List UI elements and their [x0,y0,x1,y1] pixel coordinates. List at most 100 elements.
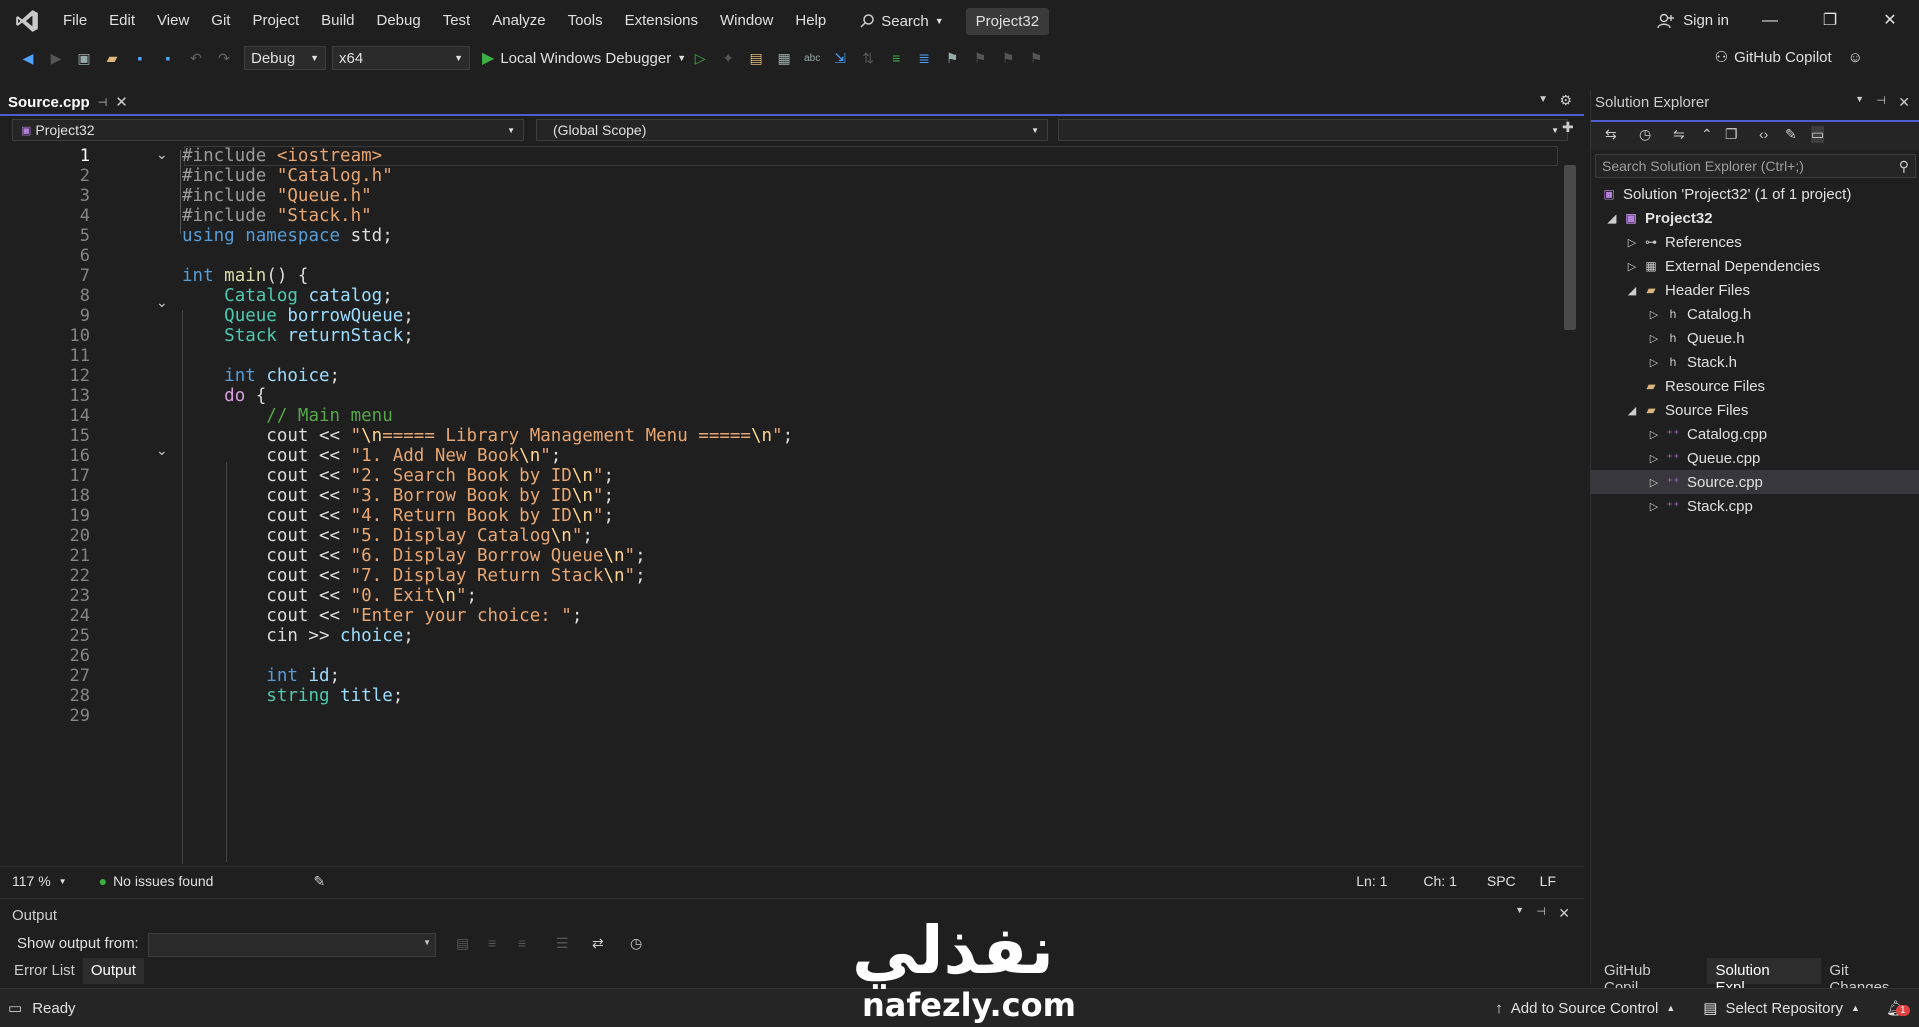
collapsed-arrow-icon[interactable]: ▷ [1647,476,1661,489]
close-icon[interactable]: ✕ [1558,905,1570,922]
collapse-all-icon[interactable]: ⌃ [1701,126,1713,143]
menu-project[interactable]: Project [241,0,310,42]
prev-bookmark-icon[interactable]: ⚑ [969,47,991,69]
folder-view-icon[interactable]: ▤ [745,47,767,69]
collapsed-arrow-icon[interactable]: ▷ [1647,428,1661,441]
menu-file[interactable]: File [52,0,98,42]
collapsed-arrow-icon[interactable]: ▷ [1625,236,1639,249]
clock-icon[interactable]: ◷ [630,935,642,952]
pin-icon[interactable]: ⊣ [1536,905,1546,918]
close-icon[interactable]: ✕ [115,93,128,111]
minimize-button[interactable]: — [1745,0,1795,42]
goto-message-icon[interactable]: ▤ [456,935,469,952]
fold-toggle-icon[interactable]: ⌄ [156,442,168,459]
restore-button[interactable]: ❐ [1805,0,1855,42]
menu-git[interactable]: Git [200,0,241,42]
collapsed-arrow-icon[interactable]: ▷ [1625,260,1639,273]
menu-analyze[interactable]: Analyze [481,0,556,42]
back-icon[interactable]: ◀ [17,47,39,69]
redo-icon[interactable]: ↷ [213,47,235,69]
expanded-arrow-icon[interactable]: ◢ [1605,212,1619,225]
tree-header-files[interactable]: ◢ ▰ Header Files [1591,278,1919,302]
scrollbar-thumb[interactable] [1564,165,1576,330]
layout-icon[interactable]: ▦ [773,47,795,69]
tree-references[interactable]: ▷ ⊶ References [1591,230,1919,254]
step-icon[interactable]: ⇲ [829,47,851,69]
collapsed-arrow-icon[interactable]: ▷ [1647,356,1661,369]
spellcheck-icon[interactable]: abc [801,47,823,69]
output-window-icon[interactable]: ▭ [8,999,22,1017]
preview-icon[interactable]: ▭ [1811,126,1825,143]
member-dropdown[interactable]: ▼ [1058,119,1568,141]
comment-icon[interactable]: ≡ [885,47,907,69]
tree-file-source-cpp[interactable]: ▷ ⁺⁺ Source.cpp [1591,470,1919,494]
menu-help[interactable]: Help [784,0,837,42]
sign-in-button[interactable]: Sign in [1657,0,1729,42]
chevron-down-icon[interactable]: ▼ [1515,905,1524,915]
fold-toggle-icon[interactable]: ⌄ [156,294,168,311]
prev-message-icon[interactable]: ≡ [488,935,496,951]
project-dropdown[interactable]: ▣ Project32 ▼ [12,119,524,141]
tree-file-stack-cpp[interactable]: ▷ ⁺⁺ Stack.cpp [1591,494,1919,518]
bookmark-icon[interactable]: ⚑ [941,47,963,69]
select-repository-button[interactable]: ▤ Select Repository ▲ [1703,999,1860,1018]
output-source-dropdown[interactable]: ▼ [148,933,436,957]
github-copilot-button[interactable]: ⚇ GitHub Copilot ☺ [1715,48,1863,67]
zoom-dropdown[interactable]: 117 % ▼ [12,873,67,889]
sync-icon[interactable]: ⇋ [1673,126,1685,143]
show-all-files-icon[interactable]: ❐ [1725,126,1738,143]
fold-toggle-icon[interactable]: ⌄ [156,146,168,163]
pin-icon[interactable]: ⊣ [1876,94,1886,107]
hot-reload-icon[interactable]: ✦ [717,47,739,69]
tab-git-changes[interactable]: Git Changes [1821,958,1919,996]
tab-list-icon[interactable]: ▼ [1538,94,1548,105]
issues-indicator[interactable]: ● No issues found [99,873,214,889]
collapsed-arrow-icon[interactable]: ▷ [1647,500,1661,513]
menu-test[interactable]: Test [432,0,482,42]
tree-file-queue-cpp[interactable]: ▷ ⁺⁺ Queue.cpp [1591,446,1919,470]
scope-dropdown[interactable]: (Global Scope) ▼ [536,119,1048,141]
settings-icon[interactable]: ⚙ [1559,92,1572,109]
close-icon[interactable]: ✕ [1898,94,1910,111]
pending-changes-icon[interactable]: ◷ [1639,126,1651,143]
platform-dropdown[interactable]: x64 ▼ [332,46,470,70]
menu-edit[interactable]: Edit [98,0,146,42]
collapsed-arrow-icon[interactable]: ▷ [1647,452,1661,465]
start-without-debugging-icon[interactable]: ▷ [689,47,711,69]
menu-view[interactable]: View [146,0,200,42]
tree-file-catalog-h[interactable]: ▷ h Catalog.h [1591,302,1919,326]
tab-error-list[interactable]: Error List [6,958,83,984]
expanded-arrow-icon[interactable]: ◢ [1625,404,1639,417]
pin-icon[interactable]: ⊣ [98,96,108,109]
tab-solution-explorer[interactable]: Solution Expl... [1707,958,1822,996]
menu-build[interactable]: Build [310,0,365,42]
collapsed-arrow-icon[interactable]: ▷ [1647,332,1661,345]
add-to-source-control-button[interactable]: ↑ Add to Source Control ▲ [1495,1000,1675,1017]
tree-solution[interactable]: ▣ Solution 'Project32' (1 of 1 project) [1591,182,1919,206]
close-window-button[interactable]: ✕ [1865,0,1915,42]
step-into-icon[interactable]: ⇅ [857,47,879,69]
tab-github-copilot[interactable]: GitHub Copil... [1596,958,1707,996]
undo-icon[interactable]: ↶ [185,47,207,69]
uncomment-icon[interactable]: ≣ [913,47,935,69]
configuration-dropdown[interactable]: Debug ▼ [244,46,326,70]
tab-output[interactable]: Output [82,958,144,984]
switch-views-icon[interactable]: ⇆ [1605,126,1617,143]
menu-tools[interactable]: Tools [557,0,614,42]
collapsed-arrow-icon[interactable]: ▷ [1647,308,1661,321]
tree-file-catalog-cpp[interactable]: ▷ ⁺⁺ Catalog.cpp [1591,422,1919,446]
tree-resource-files[interactable]: ▰ Resource Files [1591,374,1919,398]
tree-project[interactable]: ◢ ▣ Project32 [1591,206,1919,230]
tree-source-files[interactable]: ◢ ▰ Source Files [1591,398,1919,422]
save-all-icon[interactable]: ▪ [157,47,179,69]
code-editor[interactable]: 1 2 3 4 5 6 7 8 9 10 11 12 13 14 15 16 17 18 19 20 21 22 23 24 2… [8,146,1568,864]
open-folder-icon[interactable]: ▰ [101,47,123,69]
next-message-icon[interactable]: ≡ [518,935,526,951]
notifications-button[interactable]: 🔔︎ 1 [1886,999,1910,1017]
save-icon[interactable]: ▪ [129,47,151,69]
tree-file-stack-h[interactable]: ▷ h Stack.h [1591,350,1919,374]
next-bookmark-icon[interactable]: ⚑ [997,47,1019,69]
clear-all-icon[interactable]: ☰ [556,935,569,952]
tab-source-cpp[interactable]: Source.cpp ⊣ ✕ [8,90,128,114]
menu-extensions[interactable]: Extensions [614,0,709,42]
